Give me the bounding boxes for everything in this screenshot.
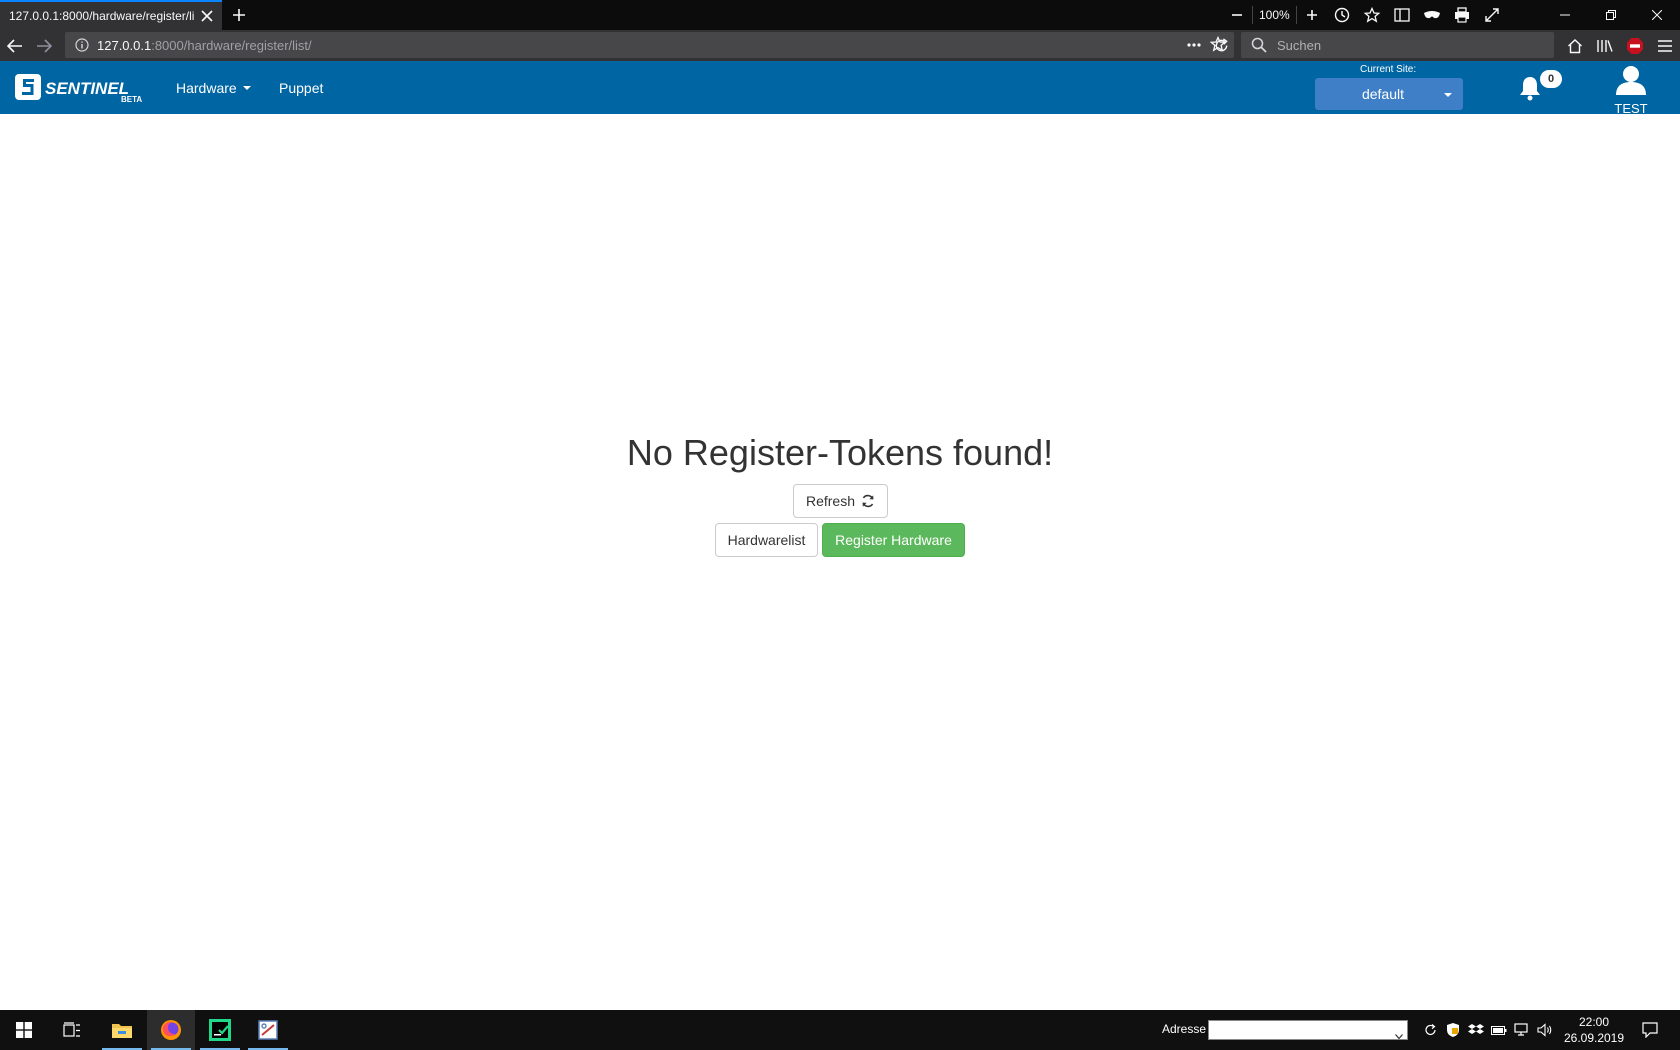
chevron-down-icon — [1444, 93, 1452, 97]
zoom-controls: 100% — [1222, 0, 1507, 30]
hardwarelist-button[interactable]: Hardwarelist — [715, 523, 818, 557]
user-menu[interactable]: TEST — [1606, 65, 1656, 116]
pycharm-icon[interactable] — [196, 1010, 244, 1050]
file-explorer-icon[interactable] — [98, 1010, 146, 1050]
back-icon[interactable] — [0, 30, 30, 61]
reload-icon[interactable] — [1206, 30, 1236, 61]
logo-sub: BETA — [121, 95, 142, 104]
url-bar[interactable]: 127.0.0.1:8000/hardware/register/list/ — [65, 32, 1234, 58]
zoom-out-icon[interactable] — [1222, 0, 1252, 30]
battery-icon[interactable] — [1488, 1010, 1510, 1050]
page-heading: No Register-Tokens found! — [626, 432, 1054, 473]
fullscreen-icon[interactable] — [1477, 0, 1507, 30]
task-view-icon[interactable] — [48, 1010, 96, 1050]
home-icon[interactable] — [1560, 30, 1590, 61]
menu-puppet[interactable]: Puppet — [279, 61, 323, 114]
print-icon[interactable] — [1447, 0, 1477, 30]
new-tab-icon[interactable] — [228, 4, 250, 26]
hardwarelist-button-label: Hardwarelist — [727, 532, 806, 548]
tab-close-icon[interactable] — [198, 7, 216, 25]
browser-tab-active[interactable]: 127.0.0.1:8000/hardware/register/list/ — [0, 0, 222, 30]
refresh-icon — [861, 494, 875, 508]
zoom-in-icon[interactable] — [1297, 0, 1327, 30]
clock-time: 22:00 — [1578, 1015, 1610, 1029]
action-center-icon[interactable] — [1636, 1010, 1664, 1050]
app-navbar: SENTINEL BETA Hardware Puppet Current Si… — [0, 61, 1680, 116]
menu-hardware-label: Hardware — [176, 79, 237, 96]
search-placeholder: Suchen — [1277, 37, 1322, 53]
search-bar[interactable]: Suchen — [1241, 32, 1554, 58]
window-restore-icon[interactable] — [1588, 0, 1634, 30]
snipping-tool-icon[interactable] — [244, 1010, 292, 1050]
menu-puppet-label: Puppet — [279, 79, 324, 96]
url-text: 127.0.0.1:8000/hardware/register/list/ — [97, 38, 312, 53]
tab-title: 127.0.0.1:8000/hardware/register/list/ — [9, 9, 194, 23]
private-mask-icon[interactable] — [1417, 0, 1447, 30]
chevron-down-icon — [242, 85, 251, 90]
adblock-icon[interactable] — [1620, 30, 1650, 61]
page-actions-icon[interactable] — [1186, 37, 1202, 58]
site-select[interactable]: default — [1315, 78, 1463, 110]
site-select-value: default — [1361, 86, 1405, 102]
search-icon — [1251, 37, 1267, 58]
address-input[interactable] — [1208, 1020, 1408, 1040]
sentinel-logo[interactable]: SENTINEL BETA — [15, 74, 151, 104]
register-hardware-button-label: Register Hardware — [835, 532, 952, 548]
taskbar-clock[interactable]: 22:00 26.09.2019 — [1563, 1014, 1625, 1046]
clock-date: 26.09.2019 — [1563, 1031, 1625, 1045]
site-info-icon[interactable] — [75, 38, 89, 57]
bookmark-star-icon[interactable] — [1357, 0, 1387, 30]
address-toolbar-label: Adresse — [1162, 1022, 1207, 1036]
user-name: TEST — [1614, 101, 1648, 116]
window-minimize-icon[interactable] — [1542, 0, 1588, 30]
dropbox-icon[interactable] — [1465, 1010, 1487, 1050]
logo-text: SENTINEL — [45, 79, 129, 98]
volume-icon[interactable] — [1534, 1010, 1556, 1050]
forward-icon[interactable] — [29, 30, 59, 61]
current-site-label: Current Site: — [1360, 64, 1417, 75]
register-hardware-button[interactable]: Register Hardware — [822, 523, 965, 557]
history-icon[interactable] — [1327, 0, 1357, 30]
zoom-level[interactable]: 100% — [1252, 6, 1297, 24]
url-host: 127.0.0.1 — [97, 37, 152, 53]
refresh-button-label: Refresh — [805, 493, 856, 509]
browser-toolbar: 127.0.0.1:8000/hardware/register/list/ S… — [0, 30, 1680, 61]
address-go-icon[interactable] — [1420, 1010, 1442, 1050]
hamburger-menu-icon[interactable] — [1650, 30, 1680, 61]
window-close-icon[interactable] — [1634, 0, 1680, 30]
notification-count-badge: 0 — [1540, 70, 1562, 88]
chevron-down-icon[interactable] — [1395, 1027, 1403, 1045]
refresh-button[interactable]: Refresh — [793, 484, 888, 518]
security-shield-icon[interactable] — [1442, 1010, 1464, 1050]
windows-start-icon[interactable] — [0, 1010, 48, 1050]
browser-tab-bar: 127.0.0.1:8000/hardware/register/list/ 1… — [0, 0, 1680, 30]
windows-taskbar: Adresse 22:00 26.09.2019 — [0, 1010, 1680, 1050]
firefox-icon[interactable] — [147, 1010, 195, 1050]
menu-hardware[interactable]: Hardware — [176, 61, 251, 114]
url-path: :8000/hardware/register/list/ — [151, 37, 312, 53]
user-avatar-icon — [1615, 65, 1647, 100]
network-icon[interactable] — [1511, 1010, 1533, 1050]
library-icon[interactable] — [1590, 30, 1620, 61]
sidebar-icon[interactable] — [1387, 0, 1417, 30]
